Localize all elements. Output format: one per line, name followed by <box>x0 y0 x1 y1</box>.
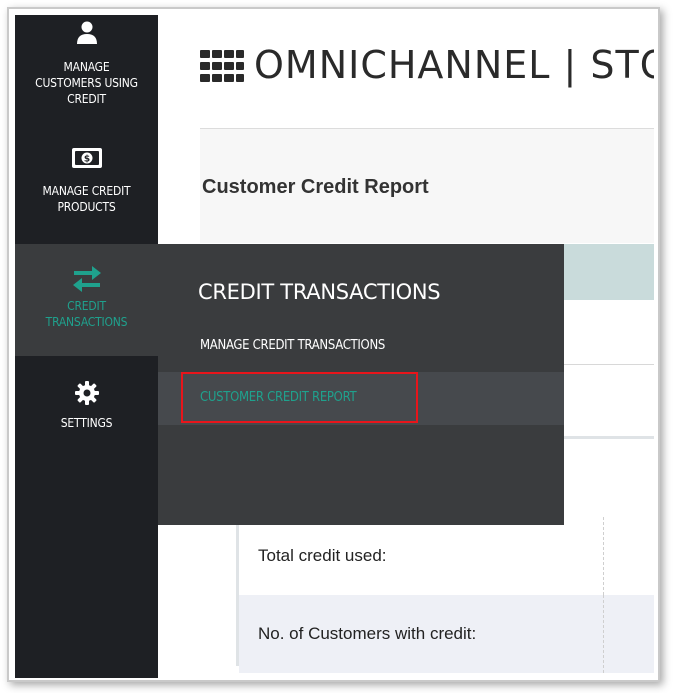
sidebar-item-manage-credit-products[interactable]: $ MANAGE CREDIT PRODUCTS <box>15 143 158 243</box>
sidebar-item-settings[interactable]: SETTINGS <box>15 367 158 447</box>
credit-transactions-flyout: CREDIT TRANSACTIONS MANAGE CREDIT TRANSA… <box>158 244 564 525</box>
app-window: OMNICHANNEL | STO Customer Credit Report… <box>15 15 654 678</box>
swap-arrows-icon <box>72 266 101 292</box>
svg-text:$: $ <box>83 155 89 165</box>
menu-item-manage-credit-transactions[interactable]: MANAGE CREDIT TRANSACTIONS <box>158 334 564 364</box>
gear-icon <box>74 381 99 405</box>
menu-item-label: CUSTOMER CREDIT REPORT <box>200 390 357 405</box>
screenshot-frame: OMNICHANNEL | STO Customer Credit Report… <box>7 7 660 682</box>
table-cell-label: Total credit used: <box>239 517 604 595</box>
money-icon: $ <box>71 148 102 168</box>
flyout-title: CREDIT TRANSACTIONS <box>198 280 441 304</box>
page-title: OMNICHANNEL | STO <box>254 43 654 87</box>
sidebar-item-credit-transactions[interactable]: CREDIT TRANSACTIONS <box>15 244 158 356</box>
menu-item-customer-credit-report[interactable]: CUSTOMER CREDIT REPORT <box>158 372 564 425</box>
report-title: Customer Credit Report <box>202 176 429 198</box>
sidebar-item-manage-customers[interactable]: MANAGE CUSTOMERS USING CREDIT <box>15 15 158 131</box>
sidebar: MANAGE CUSTOMERS USING CREDIT $ MANAGE C… <box>15 15 158 678</box>
user-icon <box>76 21 97 44</box>
filter-strip <box>564 244 654 300</box>
sidebar-item-label: MANAGE CREDIT PRODUCTS <box>42 184 131 214</box>
menu-item-label: MANAGE CREDIT TRANSACTIONS <box>200 338 386 353</box>
table-row: No. of Customers with credit: <box>239 595 654 673</box>
sidebar-item-label: MANAGE CUSTOMERS USING CREDIT <box>35 60 138 106</box>
table-row: Total credit used: <box>239 517 654 595</box>
sidebar-item-label: SETTINGS <box>60 416 113 430</box>
sidebar-item-label: CREDIT TRANSACTIONS <box>45 299 128 329</box>
table-cell-label: No. of Customers with credit: <box>239 595 604 673</box>
grid-icon <box>200 50 244 82</box>
